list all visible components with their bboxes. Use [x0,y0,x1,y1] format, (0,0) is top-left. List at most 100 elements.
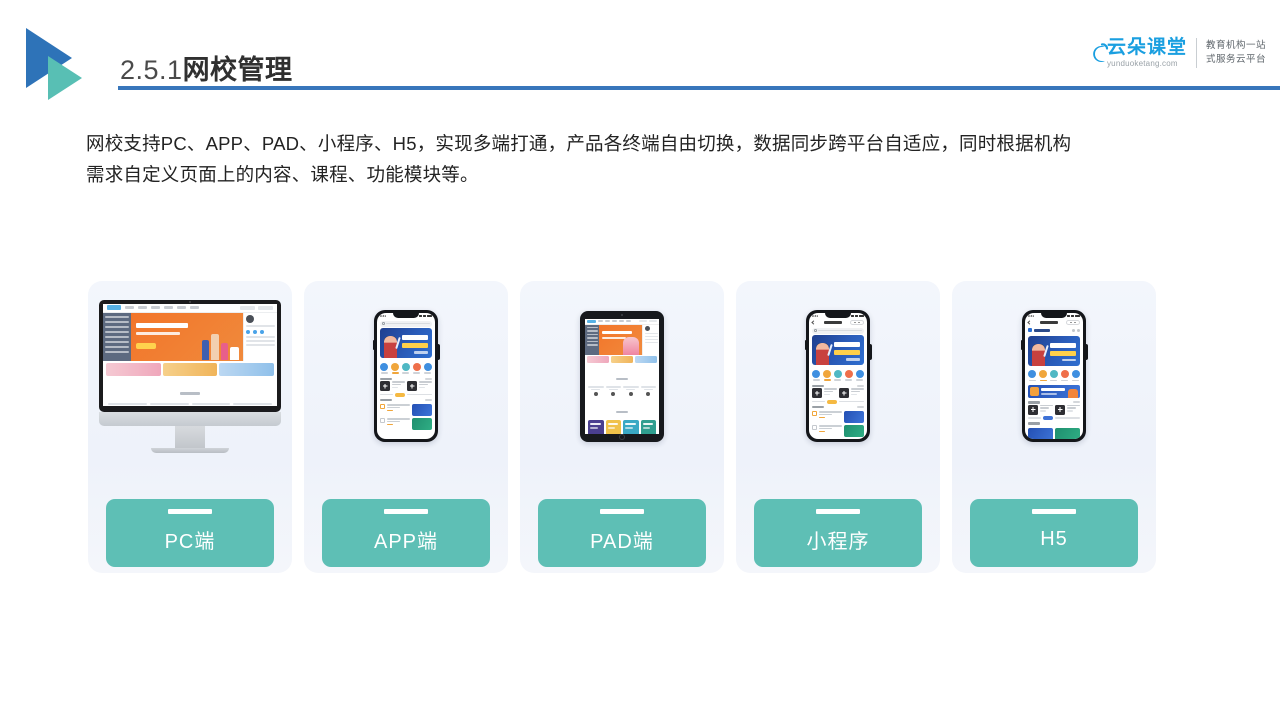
nav-item [190,306,199,309]
platform-label-text: H5 [1040,527,1068,550]
status-time: 9:41 [380,314,387,318]
course-list [377,402,435,430]
user-info-line [246,339,275,342]
platform-card-app[interactable]: 9:41 APP端 [304,281,508,573]
nav-icon-item[interactable] [423,362,432,374]
list-item[interactable] [812,411,864,423]
banner-headline-line1 [1050,342,1076,348]
header-actions[interactable] [1072,328,1080,332]
back-icon[interactable] [1027,320,1032,325]
nav-icon-item[interactable] [1049,370,1058,381]
user-info-line [246,343,275,346]
promo-card[interactable] [1055,427,1080,439]
brand-texts: 云朵课堂 yunduoketang.com [1107,38,1187,68]
promo-banner[interactable] [1028,384,1080,398]
platform-card-h5[interactable]: 9:41 H5 [952,281,1156,573]
home-button[interactable] [619,434,625,440]
website-hero [585,324,659,355]
course-item [233,402,272,406]
website-navbar [103,304,277,313]
course-item[interactable] [407,381,432,391]
nav-icon-item[interactable] [1028,370,1037,381]
phone-screen: 9:41 [377,313,435,439]
miniapp-device-mockup: 9:41 [736,281,940,471]
course-thumbnail [412,404,432,416]
nav-icon-item[interactable] [833,369,842,381]
course-item[interactable] [1055,404,1080,415]
category-item [586,330,598,332]
platform-label-app[interactable]: APP端 [322,499,490,567]
course-item[interactable] [1028,404,1053,415]
platform-label-pad[interactable]: PAD端 [538,499,706,567]
smartphone-icon: 9:41 [372,310,440,442]
course-item[interactable] [839,388,864,398]
capsule-buttons[interactable] [850,320,864,325]
banner-subline [602,336,626,339]
course-tile[interactable] [588,419,604,434]
course-thumbnail [844,411,864,423]
platform-card-pc[interactable]: PC端 [88,281,292,573]
nav-icon-item[interactable] [844,369,853,381]
nav-icon-item[interactable] [380,362,389,374]
avatar [644,326,650,331]
nav-icon-item[interactable] [812,369,821,381]
course-badge-icon [812,411,817,416]
notch [393,313,419,318]
platform-label-miniapp[interactable]: 小程序 [754,499,922,567]
platform-label-h5[interactable]: H5 [970,499,1138,567]
monitor-base [151,447,229,453]
banner-headline [136,322,188,328]
course-tile[interactable] [605,419,621,434]
price-tag [1043,416,1053,420]
course-item[interactable] [812,388,837,398]
hero-banner[interactable] [1028,335,1080,366]
section-heading [103,378,277,403]
register-button [649,319,657,323]
list-item[interactable] [380,404,432,416]
platform-label-pc[interactable]: PC端 [106,499,274,567]
category-item [586,337,598,339]
course-row [377,381,435,391]
course-thumbnail [839,388,849,398]
nav-icon-item[interactable] [823,369,832,381]
nav-icon-item[interactable] [391,362,400,374]
promo-card[interactable] [1028,427,1053,439]
login-button [240,305,255,310]
platform-card-pad[interactable]: PAD端 [520,281,724,573]
nav-icon-item[interactable] [1071,370,1080,381]
back-icon[interactable] [811,320,816,325]
course-row [585,386,659,398]
course-item[interactable] [380,381,405,391]
course-tile[interactable] [623,419,639,434]
search-icon [382,322,385,325]
nav-icon-item[interactable] [855,369,864,381]
promo-strip [103,361,277,378]
brand-slogan: 教育机构一站 式服务云平台 [1206,39,1266,68]
promo-icon [1030,386,1039,396]
hero-banner[interactable] [812,335,864,365]
capsule-buttons[interactable] [1066,320,1080,325]
nav-icon-item[interactable] [401,362,410,374]
nav-icon-item[interactable] [1039,370,1048,381]
search-input[interactable] [812,327,864,334]
website-logo-icon [107,305,121,310]
search-input[interactable] [380,320,432,327]
nav-icon-item[interactable] [1060,370,1069,381]
monitor-chin [99,411,281,426]
hero-banner[interactable] [380,328,432,358]
list-item[interactable] [380,418,432,430]
course-tile[interactable] [640,419,656,434]
brand-name: 云朵课堂 [1106,36,1187,58]
brand-mark: 云朵课堂 yunduoketang.com [1085,38,1187,68]
label-dash [1032,509,1076,514]
list-item[interactable] [812,425,864,437]
promo-subline [1041,392,1057,395]
nav-icon-item[interactable] [412,362,421,374]
monitor-stand [175,425,205,448]
notch [825,313,851,318]
course-item [623,386,639,396]
brand-logo: 云朵课堂 yunduoketang.com 教育机构一站 式服务云平台 [1085,38,1266,68]
platform-card-miniapp[interactable]: 9:41 小程序 [736,281,940,573]
course-row [103,402,277,406]
page-header: 2.5.1网校管理 云朵课堂 yunduoketang.com 教育机构一站 式… [0,0,1280,100]
